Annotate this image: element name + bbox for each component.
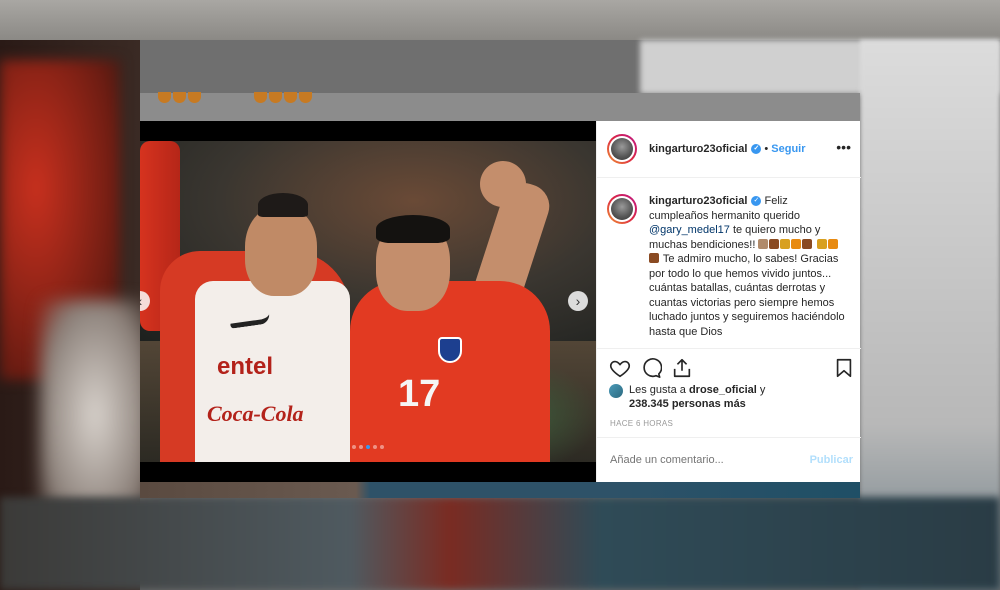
- praying-hands-icon: [758, 238, 769, 249]
- post-timestamp[interactable]: HACE 6 HORAS: [610, 419, 673, 428]
- gift-icon-2: [827, 238, 838, 249]
- jersey-number: 17: [398, 373, 441, 415]
- carousel-dot: [359, 445, 363, 449]
- cake-icon-3: [649, 253, 659, 263]
- caption-avatar-image: [611, 198, 633, 220]
- caption: kingarturo23oficial ✓ Feliz cumpleaños he…: [649, 194, 849, 348]
- heart-icon[interactable]: [609, 357, 631, 379]
- liker-username[interactable]: drose_oficial: [689, 384, 757, 396]
- post-media: entel Coca-Cola 17 ‹ ›: [140, 121, 596, 482]
- follow-button[interactable]: Seguir: [771, 143, 805, 155]
- background-top: [0, 0, 1000, 40]
- liker-avatar: [609, 384, 623, 398]
- caption-text-3: Te admiro mucho, lo sabes! Gracias por t…: [649, 253, 845, 338]
- caption-mention[interactable]: @gary_medel17: [649, 224, 730, 236]
- action-bar: [597, 348, 861, 382]
- comment-input[interactable]: [610, 454, 800, 466]
- comment-form: Publicar: [597, 437, 861, 482]
- bib-brand-cocacola: Coca-Cola: [207, 401, 304, 426]
- party-popper-icon: [780, 238, 791, 249]
- carousel-dot: [373, 445, 377, 449]
- caption-verified-icon: ✓: [751, 196, 762, 207]
- team-crest: [438, 337, 462, 363]
- caption-area: kingarturo23oficial ✓ Feliz cumpleaños he…: [597, 178, 861, 348]
- header-separator: •: [764, 143, 769, 155]
- likes-count[interactable]: 238.345 personas más: [629, 398, 746, 410]
- bib-brand-entel: entel: [217, 353, 274, 380]
- publish-button[interactable]: Publicar: [810, 454, 853, 466]
- training-bib: entel Coca-Cola: [195, 281, 350, 462]
- carousel-dot: [352, 445, 356, 449]
- verified-icon: ✓: [751, 144, 762, 155]
- post-sidebar: kingarturo23oficial ✓ • Seguir ••• kingar…: [596, 121, 861, 482]
- player-hair-right: [376, 215, 450, 243]
- post-header: kingarturo23oficial ✓ • Seguir •••: [597, 121, 861, 178]
- player-jersey: [350, 281, 550, 462]
- cake-icon-2: [802, 238, 813, 249]
- background-bottom: [0, 497, 1000, 590]
- emoji-strip-left: [158, 92, 201, 103]
- caption-author[interactable]: kingarturo23oficial: [649, 195, 747, 207]
- comment-icon[interactable]: [640, 357, 662, 379]
- instagram-post: entel Coca-Cola 17 ‹ › kingarturo23ofici…: [140, 121, 861, 482]
- share-icon[interactable]: [671, 357, 693, 379]
- post-photo[interactable]: entel Coca-Cola 17: [140, 141, 596, 462]
- swoosh-logo: [229, 313, 271, 329]
- player-head-left: [245, 206, 317, 296]
- more-options-icon[interactable]: •••: [836, 139, 851, 155]
- cake-icon: [769, 238, 780, 249]
- carousel-dot: [380, 445, 384, 449]
- likes-connector: y: [759, 384, 766, 396]
- avatar[interactable]: [607, 134, 637, 164]
- background-left-white: [40, 300, 150, 530]
- next-post-strip: [140, 482, 860, 498]
- party-popper-icon-2: [816, 238, 827, 249]
- bookmark-icon[interactable]: [833, 357, 855, 379]
- caption-avatar[interactable]: [607, 194, 637, 224]
- emoji-strip-right: [254, 92, 312, 103]
- carousel-next-icon[interactable]: ›: [568, 291, 588, 311]
- likes-prefix: Les gusta a: [629, 384, 686, 396]
- gift-icon: [791, 238, 802, 249]
- carousel-dots: [140, 445, 596, 449]
- previous-post-strip: [140, 93, 860, 121]
- username-link[interactable]: kingarturo23oficial ✓: [649, 143, 762, 155]
- player-hair-left: [258, 193, 308, 217]
- likes-summary: Les gusta a drose_oficial y 238.345 pers…: [609, 383, 849, 411]
- avatar-image: [611, 138, 633, 160]
- raised-fist: [480, 161, 526, 207]
- carousel-dot: [366, 445, 370, 449]
